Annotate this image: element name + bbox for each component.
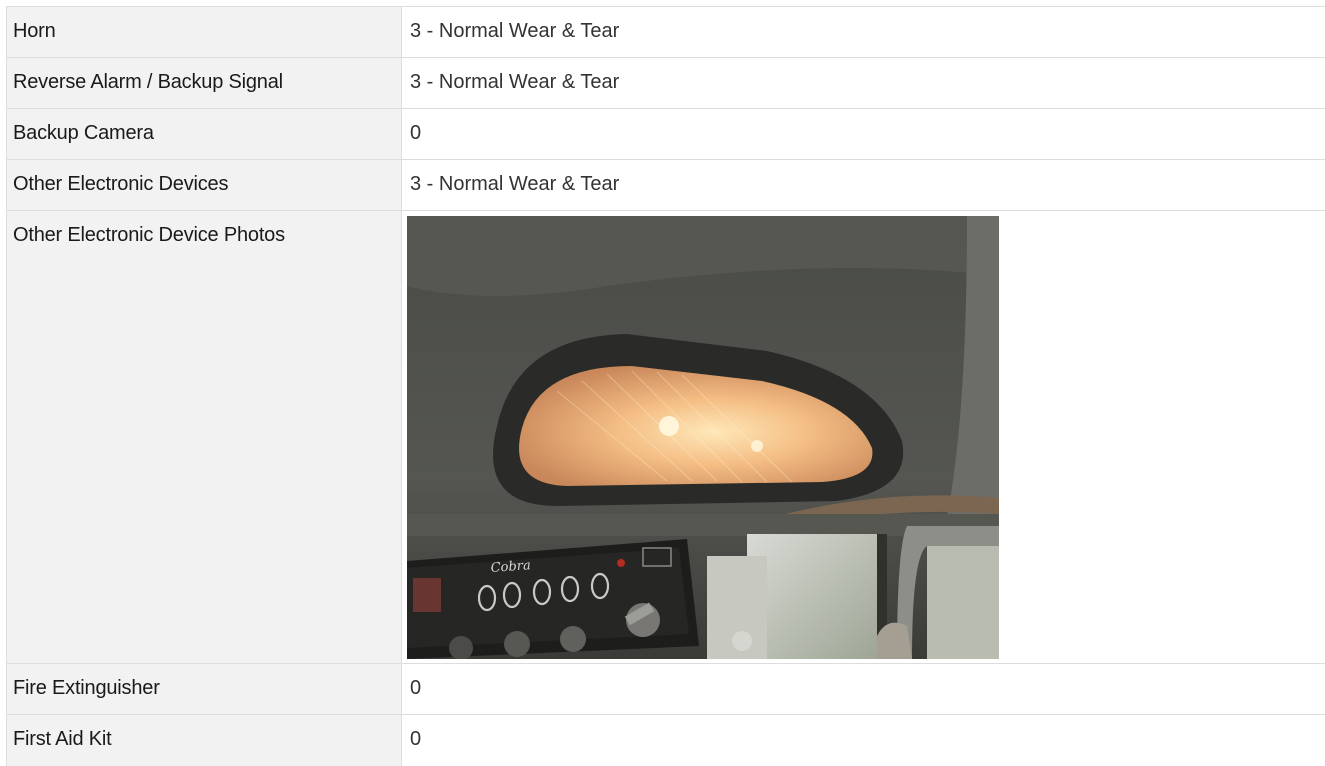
- radio-brand-text: Cobra: [490, 558, 531, 576]
- table-row: Backup Camera 0: [7, 109, 1325, 160]
- row-value-fire-extinguisher: 0: [402, 664, 1325, 715]
- row-label-fire-extinguisher: Fire Extinguisher: [7, 664, 402, 715]
- table-row: Horn 3 - Normal Wear & Tear: [7, 7, 1325, 58]
- row-value-reverse-alarm: 3 - Normal Wear & Tear: [402, 58, 1325, 109]
- row-label-other-electronic-device-photos: Other Electronic Device Photos: [7, 211, 402, 664]
- inspection-table: Horn 3 - Normal Wear & Tear Reverse Alar…: [6, 6, 1325, 766]
- row-label-reverse-alarm: Reverse Alarm / Backup Signal: [7, 58, 402, 109]
- table-row: Fire Extinguisher 0: [7, 664, 1325, 715]
- table-row: Other Electronic Device Photos: [7, 211, 1325, 664]
- table-row: Other Electronic Devices 3 - Normal Wear…: [7, 160, 1325, 211]
- row-label-backup-camera: Backup Camera: [7, 109, 402, 160]
- row-label-horn: Horn: [7, 7, 402, 58]
- row-value-photos: Cobra: [402, 211, 1325, 664]
- row-value-other-electronic-devices: 3 - Normal Wear & Tear: [402, 160, 1325, 211]
- table-row: Reverse Alarm / Backup Signal 3 - Normal…: [7, 58, 1325, 109]
- row-value-horn: 3 - Normal Wear & Tear: [402, 7, 1325, 58]
- row-value-backup-camera: 0: [402, 109, 1325, 160]
- dome-light-and-cb-radio-photo[interactable]: Cobra: [407, 216, 999, 659]
- row-label-other-electronic-devices: Other Electronic Devices: [7, 160, 402, 211]
